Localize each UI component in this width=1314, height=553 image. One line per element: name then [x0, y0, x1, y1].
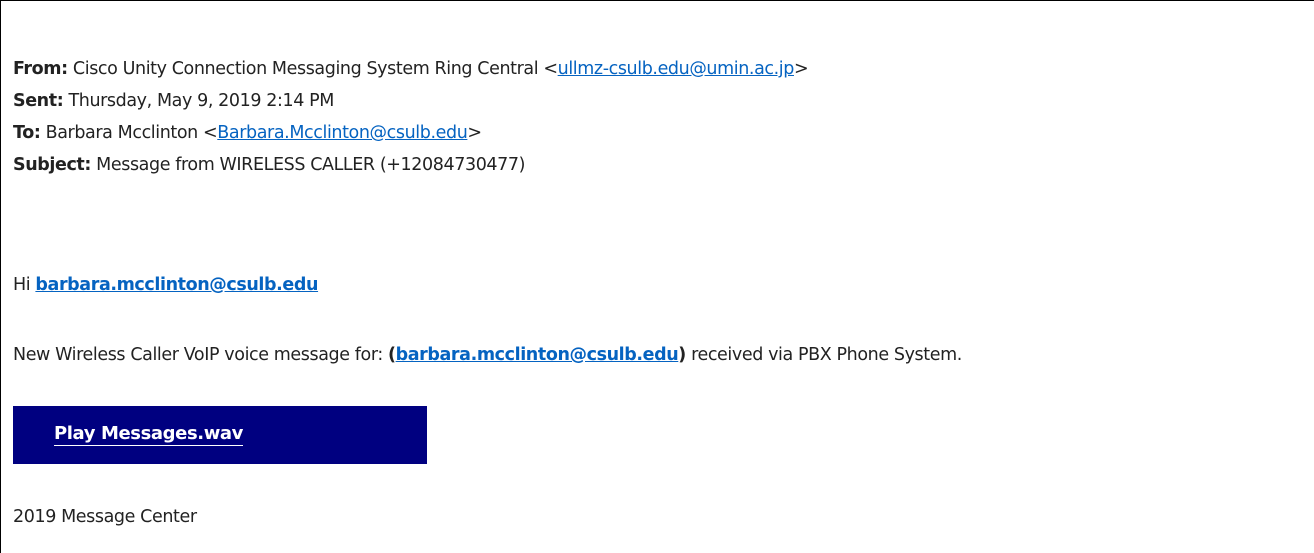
subject-line: Subject: Message from WIRELESS CALLER (+… [13, 154, 525, 176]
from-name: Cisco Unity Connection Messaging System … [72, 59, 558, 79]
notice-close-paren: ) [678, 345, 686, 365]
notice-open-paren: ( [388, 345, 396, 365]
to-email-link[interactable]: Barbara.Mcclinton@csulb.edu [217, 123, 467, 143]
sent-line: Sent: Thursday, May 9, 2019 2:14 PM [13, 90, 334, 112]
notice-suffix: received via PBX Phone System. [691, 345, 962, 365]
to-name: Barbara Mcclinton < [45, 123, 218, 143]
to-line: To: Barbara Mcclinton <Barbara.Mcclinton… [13, 122, 482, 144]
from-close: > [793, 59, 809, 79]
subject-value: Message from WIRELESS CALLER (+120847304… [96, 155, 526, 175]
to-label: To: [13, 123, 41, 143]
play-messages-button[interactable]: Play Messages.wav [13, 406, 427, 464]
greeting-line: Hi barbara.mcclinton@csulb.edu [13, 274, 318, 296]
email-message: From: Cisco Unity Connection Messaging S… [0, 0, 1314, 553]
footer-text: 2019 Message Center [13, 507, 197, 527]
sent-value: Thursday, May 9, 2019 2:14 PM [68, 91, 334, 111]
subject-label: Subject: [13, 155, 91, 175]
notice-line: New Wireless Caller VoIP voice message f… [13, 344, 962, 366]
sent-label: Sent: [13, 91, 64, 111]
notice-prefix: New Wireless Caller VoIP voice message f… [13, 345, 383, 365]
greeting-email-link[interactable]: barbara.mcclinton@csulb.edu [35, 275, 318, 295]
from-line: From: Cisco Unity Connection Messaging S… [13, 58, 809, 80]
play-messages-link[interactable]: Play Messages.wav [54, 423, 243, 446]
to-close: > [467, 123, 482, 143]
from-email-link[interactable]: ullmz-csulb.edu@umin.ac.jp [558, 59, 795, 79]
greeting-prefix: Hi [13, 275, 31, 295]
from-label: From: [13, 59, 68, 79]
notice-email-link[interactable]: barbara.mcclinton@csulb.edu [396, 345, 679, 365]
